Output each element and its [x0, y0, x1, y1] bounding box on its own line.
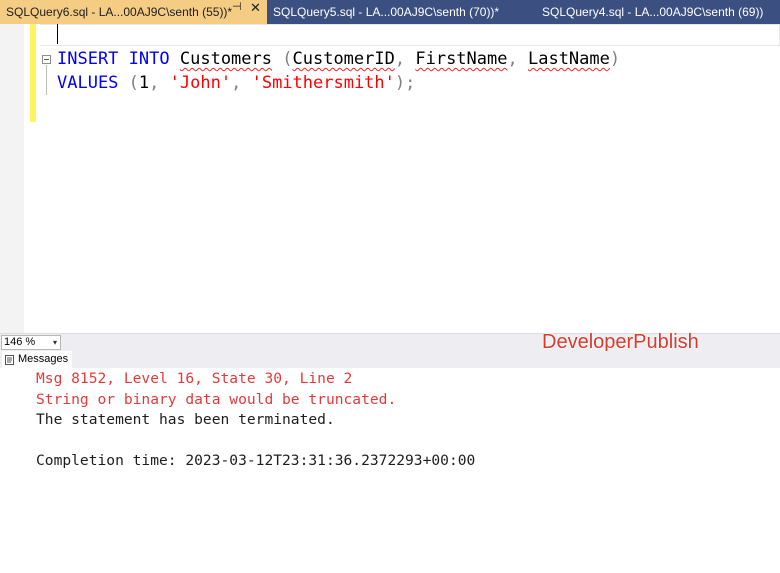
keyword-values: VALUES [57, 73, 119, 93]
close-paren-semicolon: ); [394, 73, 416, 93]
tab-messages-label: Messages [18, 353, 69, 365]
messages-icon [5, 354, 14, 365]
string-literal: 'John' [169, 73, 232, 93]
tab-label: SQLQuery5.sql - LA...00AJ9C\senth (70))* [273, 5, 500, 19]
close-paren: ) [609, 49, 621, 69]
string-literal: 'Smithersmith' [251, 73, 395, 93]
tab-sqlquery5[interactable]: SQLQuery5.sql - LA...00AJ9C\senth (70))* [273, 0, 499, 24]
open-paren: ( [282, 49, 293, 69]
keyword-into: INTO [128, 49, 170, 69]
open-paren: ( [128, 73, 139, 93]
tab-sqlquery6[interactable]: SQLQuery6.sql - LA...00AJ9C\senth (55))* [0, 0, 267, 24]
column-name: FirstName [415, 49, 508, 69]
results-tab-strip: Messages [0, 351, 780, 368]
message-line: The statement has been terminated. [36, 411, 335, 428]
column-name: CustomerID [292, 49, 395, 69]
close-icon[interactable]: ✕ [250, 0, 261, 16]
chevron-down-icon: ▾ [52, 338, 57, 347]
zoom-dropdown[interactable]: 146 % ▾ [1, 335, 61, 350]
comma: , [149, 73, 160, 93]
column-name: LastName [527, 49, 610, 69]
outline-fold-line [46, 65, 47, 95]
document-tab-strip: SQLQuery6.sql - LA...00AJ9C\senth (55))*… [0, 0, 780, 24]
error-message-line: String or binary data would be truncated… [36, 391, 397, 408]
tab-label: SQLQuery6.sql - LA...00AJ9C\senth (55))* [6, 5, 233, 19]
tab-messages[interactable]: Messages [2, 351, 73, 368]
collapse-outline-icon[interactable] [42, 55, 51, 64]
pin-icon[interactable]: ⊣ [232, 0, 242, 13]
tab-label: SQLQuery4.sql - LA...00AJ9C\senth (69)) [542, 5, 764, 19]
comma: , [394, 49, 406, 69]
text-caret [57, 24, 58, 44]
messages-pane[interactable]: Msg 8152, Level 16, State 30, Line 2 Str… [0, 368, 780, 573]
completion-time-line: Completion time: 2023-03-12T23:31:36.237… [36, 452, 476, 469]
keyword-insert: INSERT [57, 49, 119, 69]
code-line-2[interactable]: VALUES (1, 'John', 'Smithersmith'); [57, 72, 415, 94]
code-line-1[interactable]: INSERT INTO Customers (CustomerID, First… [57, 48, 620, 70]
tab-sqlquery4[interactable]: SQLQuery4.sql - LA...00AJ9C\senth (69)) [542, 0, 763, 24]
editor-gutter [0, 24, 24, 333]
comma: , [231, 73, 242, 93]
current-line-highlight [40, 24, 780, 46]
query-editor[interactable]: INSERT INTO Customers (CustomerID, First… [0, 24, 780, 333]
error-message-line: Msg 8152, Level 16, State 30, Line 2 [36, 370, 353, 387]
zoom-value: 146 % [4, 336, 36, 348]
number-literal: 1 [138, 73, 150, 93]
change-tracking-bar [30, 24, 36, 122]
comma: , [507, 49, 518, 69]
table-name: Customers [179, 49, 272, 69]
